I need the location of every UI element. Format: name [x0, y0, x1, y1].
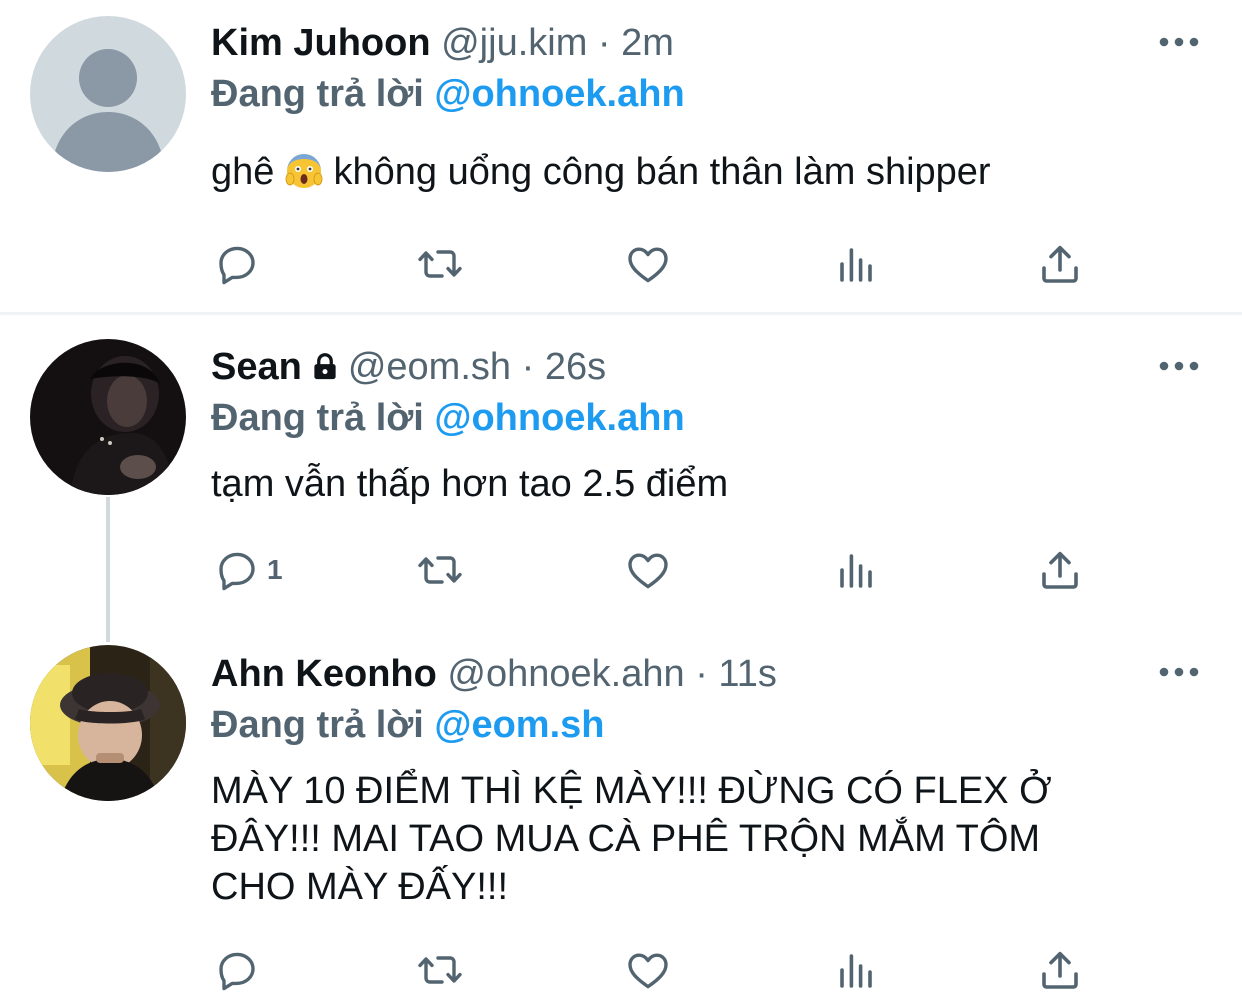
separator-dot: · — [597, 22, 611, 64]
tweet[interactable]: Kim Juhoon @jju.kim · 2m Đang trả lời @o… — [0, 0, 1242, 312]
more-icon[interactable] — [1158, 666, 1200, 678]
mention-link[interactable]: @ohnoek.ahn — [434, 73, 684, 115]
tweet-header: Ahn Keonho @ohnoek.ahn · 11s — [211, 650, 777, 698]
user-handle[interactable]: @jju.kim — [441, 22, 587, 64]
share-icon — [1036, 546, 1084, 594]
share-button[interactable] — [1036, 945, 1084, 995]
user-handle[interactable]: @ohnoek.ahn — [447, 653, 684, 695]
action-bar — [213, 945, 1113, 995]
display-name[interactable]: Kim Juhoon — [211, 22, 431, 64]
share-button[interactable] — [1036, 239, 1084, 289]
reply-button[interactable] — [213, 945, 261, 995]
reply-icon — [213, 946, 261, 994]
avatar[interactable] — [30, 16, 186, 172]
tweet-text: MÀY 10 ĐIỂM THÌ KỆ MÀY!!! ĐỪNG CÓ FLEX Ở… — [211, 770, 1052, 908]
like-icon — [624, 946, 672, 994]
retweet-icon — [416, 546, 464, 594]
tweet[interactable]: Ahn Keonho @ohnoek.ahn · 11s Đang trả lờ… — [0, 640, 1242, 1003]
reply-count: 1 — [267, 554, 283, 585]
replying-to: Đang trả lời @ohnoek.ahn — [211, 394, 685, 442]
mention-link[interactable]: @eom.sh — [434, 704, 604, 746]
tweet-text: ghê không uổng công bán thân làm shipper — [211, 148, 1131, 196]
views-button[interactable] — [832, 545, 880, 595]
share-icon — [1036, 946, 1084, 994]
tweet-text-part: không uổng công bán thân làm shipper — [333, 151, 991, 193]
separator-dot: · — [695, 653, 708, 695]
tweet-text: tạm vẫn thấp hơn tao 2.5 điểm — [211, 463, 729, 505]
like-button[interactable] — [624, 239, 672, 289]
action-bar — [213, 239, 1113, 289]
reply-button[interactable] — [213, 239, 261, 289]
share-icon — [1036, 240, 1084, 288]
retweet-icon — [416, 946, 464, 994]
replying-to-label: Đang trả lời — [211, 73, 424, 115]
separator-dot: · — [521, 346, 535, 388]
display-name[interactable]: Ahn Keonho — [211, 653, 437, 695]
replying-to-label: Đang trả lời — [211, 704, 424, 746]
replying-to-label: Đang trả lời — [211, 397, 424, 439]
tweet-text-part: ghê — [211, 151, 275, 193]
reply-icon — [213, 546, 261, 594]
reply-icon — [213, 240, 261, 288]
replying-to: Đang trả lời @ohnoek.ahn — [211, 70, 685, 118]
avatar[interactable] — [30, 339, 186, 495]
action-bar: 1 — [213, 545, 1113, 595]
share-button[interactable] — [1036, 545, 1084, 595]
timestamp[interactable]: 2m — [621, 22, 674, 64]
views-icon — [832, 240, 880, 288]
views-button[interactable] — [832, 239, 880, 289]
views-button[interactable] — [832, 945, 880, 995]
screaming-face-emoji — [285, 154, 323, 188]
thread-connector — [106, 497, 110, 642]
retweet-button[interactable] — [416, 545, 464, 595]
mention-link[interactable]: @ohnoek.ahn — [434, 397, 684, 439]
reply-button[interactable]: 1 — [213, 545, 283, 595]
retweet-icon — [416, 240, 464, 288]
user-handle[interactable]: @eom.sh — [348, 346, 511, 388]
views-icon — [832, 546, 880, 594]
tweet[interactable]: Sean @eom.sh · 26s Đang trả lời @ohnoek.a… — [0, 315, 1242, 640]
views-icon — [832, 946, 880, 994]
replying-to: Đang trả lời @eom.sh — [211, 701, 604, 749]
tweet-header: Kim Juhoon @jju.kim · 2m — [211, 19, 674, 67]
like-icon — [624, 546, 672, 594]
like-button[interactable] — [624, 545, 672, 595]
avatar[interactable] — [30, 645, 186, 801]
more-icon[interactable] — [1158, 360, 1200, 372]
timestamp[interactable]: 26s — [545, 346, 606, 388]
timestamp[interactable]: 11s — [718, 653, 776, 695]
lock-icon — [314, 353, 336, 380]
retweet-button[interactable] — [416, 945, 464, 995]
like-icon — [624, 240, 672, 288]
like-button[interactable] — [624, 945, 672, 995]
more-icon[interactable] — [1158, 36, 1200, 48]
tweet-header: Sean @eom.sh · 26s — [211, 343, 606, 391]
retweet-button[interactable] — [416, 239, 464, 289]
display-name[interactable]: Sean — [211, 346, 302, 388]
